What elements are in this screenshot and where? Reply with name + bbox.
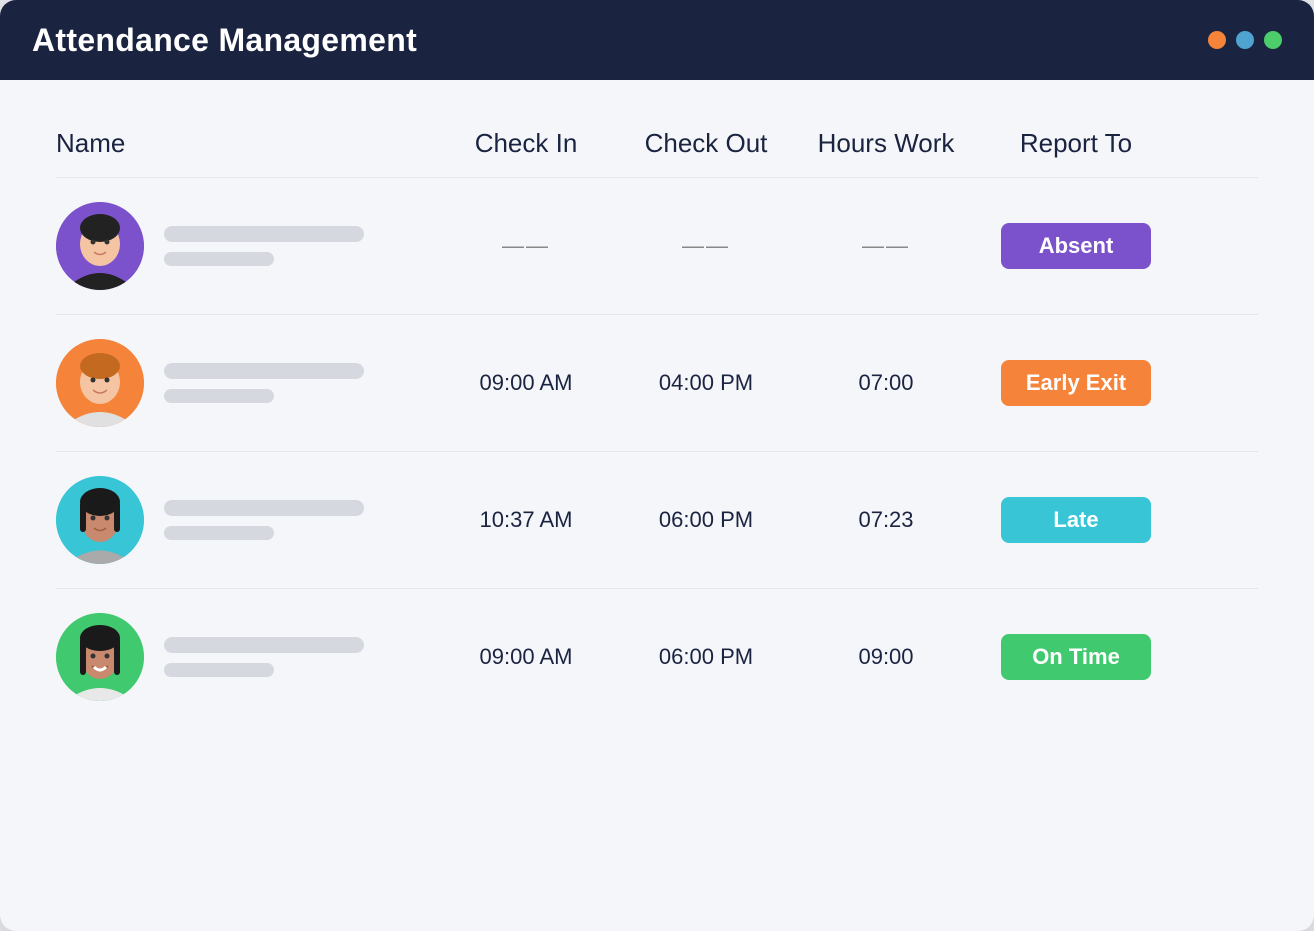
hours-value: 09:00 bbox=[796, 644, 976, 670]
table-row: 09:00 AM 04:00 PM 07:00 Early Exit bbox=[56, 314, 1258, 451]
report-cell: Absent bbox=[976, 223, 1176, 269]
hours-value: 07:00 bbox=[796, 370, 976, 396]
checkout-value: 04:00 PM bbox=[616, 370, 796, 396]
table-row: —— —— —— Absent bbox=[56, 177, 1258, 314]
avatar bbox=[56, 476, 144, 564]
name-line-primary bbox=[164, 226, 364, 242]
checkin-value: —— bbox=[436, 233, 616, 259]
checkin-value: 09:00 AM bbox=[436, 370, 616, 396]
name-line-secondary bbox=[164, 663, 274, 677]
app-window: Attendance Management Name Check In Chec… bbox=[0, 0, 1314, 931]
name-text-lines bbox=[164, 226, 364, 266]
name-line-secondary bbox=[164, 252, 274, 266]
checkout-value: 06:00 PM bbox=[616, 507, 796, 533]
window-control-orange[interactable] bbox=[1208, 31, 1226, 49]
name-text-lines bbox=[164, 363, 364, 403]
name-text-lines bbox=[164, 500, 364, 540]
status-badge: On Time bbox=[1001, 634, 1151, 680]
name-line-primary bbox=[164, 500, 364, 516]
name-line-primary bbox=[164, 363, 364, 379]
name-line-secondary bbox=[164, 526, 274, 540]
report-cell: Early Exit bbox=[976, 360, 1176, 406]
col-checkout: Check Out bbox=[616, 128, 796, 159]
table-row: 10:37 AM 06:00 PM 07:23 Late bbox=[56, 451, 1258, 588]
status-badge: Late bbox=[1001, 497, 1151, 543]
name-text-lines bbox=[164, 637, 364, 677]
col-report: Report To bbox=[976, 128, 1176, 159]
avatar bbox=[56, 339, 144, 427]
status-badge: Early Exit bbox=[1001, 360, 1151, 406]
col-hours: Hours Work bbox=[796, 128, 976, 159]
avatar bbox=[56, 202, 144, 290]
avatar bbox=[56, 613, 144, 701]
hours-value: 07:23 bbox=[796, 507, 976, 533]
app-title: Attendance Management bbox=[32, 22, 417, 59]
content-area: Name Check In Check Out Hours Work Repor… bbox=[0, 80, 1314, 931]
hours-value: —— bbox=[796, 233, 976, 259]
name-line-secondary bbox=[164, 389, 274, 403]
col-name: Name bbox=[56, 128, 436, 159]
checkin-value: 09:00 AM bbox=[436, 644, 616, 670]
name-line-primary bbox=[164, 637, 364, 653]
checkout-value: 06:00 PM bbox=[616, 644, 796, 670]
name-cell bbox=[56, 476, 436, 564]
report-cell: Late bbox=[976, 497, 1176, 543]
title-bar: Attendance Management bbox=[0, 0, 1314, 80]
table-row: 09:00 AM 06:00 PM 09:00 On Time bbox=[56, 588, 1258, 725]
window-control-green[interactable] bbox=[1264, 31, 1282, 49]
checkout-value: —— bbox=[616, 233, 796, 259]
status-badge: Absent bbox=[1001, 223, 1151, 269]
name-cell bbox=[56, 202, 436, 290]
name-cell bbox=[56, 613, 436, 701]
name-cell bbox=[56, 339, 436, 427]
window-control-blue[interactable] bbox=[1236, 31, 1254, 49]
col-checkin: Check In bbox=[436, 128, 616, 159]
checkin-value: 10:37 AM bbox=[436, 507, 616, 533]
table-header: Name Check In Check Out Hours Work Repor… bbox=[56, 128, 1258, 177]
report-cell: On Time bbox=[976, 634, 1176, 680]
window-controls bbox=[1208, 31, 1282, 49]
